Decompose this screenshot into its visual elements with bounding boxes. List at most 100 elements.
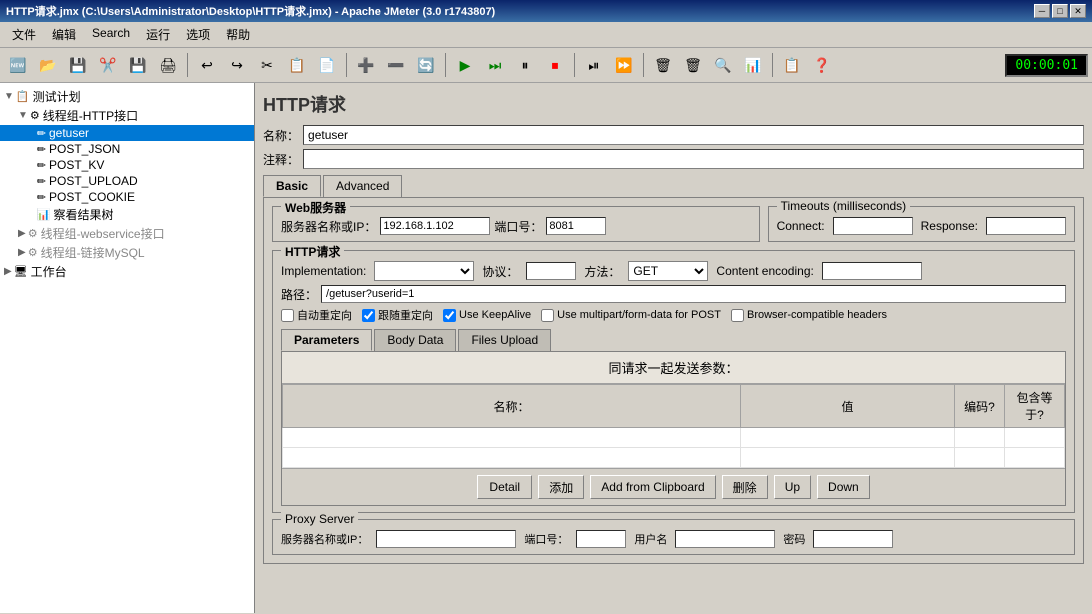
add-button[interactable]: 添加 xyxy=(538,475,584,499)
proxy-password-input[interactable] xyxy=(813,530,893,548)
tab-body-data[interactable]: Body Data xyxy=(374,329,456,351)
tree-item-thread-http[interactable]: ▼ ⚙ 线程组-HTTP接口 xyxy=(0,106,254,125)
toolbar-cut-test[interactable]: ✂️ xyxy=(94,51,122,79)
toolbar-add[interactable]: ➕ xyxy=(352,51,380,79)
toolbar-clear-all[interactable]: 🗑 xyxy=(679,51,707,79)
port-input[interactable] xyxy=(546,217,606,235)
menu-search[interactable]: Search xyxy=(84,24,138,45)
connect-input[interactable] xyxy=(833,217,913,235)
tree-item-post-cookie[interactable]: ✏ POST_COOKIE xyxy=(0,189,254,205)
checkbox-follow-redirect[interactable]: 跟随重定向 xyxy=(362,307,433,323)
toolbar-save[interactable]: 💾 xyxy=(124,51,152,79)
multipart-checkbox[interactable] xyxy=(541,309,554,322)
toolbar-pause[interactable]: ⏸ xyxy=(511,51,539,79)
connect-label: Connect: xyxy=(777,219,825,233)
tree-item-post-upload[interactable]: ✏ POST_UPLOAD xyxy=(0,173,254,189)
close-button[interactable]: ✕ xyxy=(1070,4,1086,18)
toolbar-save-all[interactable]: 💾 xyxy=(64,51,92,79)
method-select[interactable]: GET POST xyxy=(628,261,708,281)
col-name: 名称： xyxy=(283,385,741,428)
toolbar-report[interactable]: 📊 xyxy=(739,51,767,79)
tree-item-result-tree[interactable]: 📊 察看结果树 xyxy=(0,205,254,224)
menu-options[interactable]: 选项 xyxy=(178,24,218,45)
toolbar-print[interactable]: 🖨 xyxy=(154,51,182,79)
toolbar-run-all[interactable]: ⏭ xyxy=(481,51,509,79)
server-input[interactable] xyxy=(380,217,490,235)
protocol-input[interactable] xyxy=(526,262,576,280)
tree-item-thread-webservice[interactable]: ▶ ⚙ 线程组-webservice接口 xyxy=(0,224,254,243)
impl-select[interactable] xyxy=(374,261,474,281)
toolbar-redo[interactable]: ↪ xyxy=(223,51,251,79)
delete-button[interactable]: 删除 xyxy=(722,475,768,499)
minimize-button[interactable]: ─ xyxy=(1034,4,1050,18)
toolbar-help[interactable]: ❓ xyxy=(808,51,836,79)
tree-item-thread-mysql[interactable]: ▶ ⚙ 线程组-链接MySQL xyxy=(0,243,254,262)
tab-files-upload[interactable]: Files Upload xyxy=(458,329,551,351)
follow-redirect-checkbox[interactable] xyxy=(362,309,375,322)
checkbox-redirect[interactable]: 自动重定向 xyxy=(281,307,352,323)
path-input[interactable] xyxy=(321,285,1066,303)
keepalive-checkbox[interactable] xyxy=(443,309,456,322)
main-layout: ▼ 📋 测试计划 ▼ ⚙ 线程组-HTTP接口 ✏ getuser ✏ POST… xyxy=(0,83,1092,613)
protocol-label: 协议： xyxy=(482,263,518,280)
toolbar: 🆕 📂 💾 ✂️ 💾 🖨 ↩ ↪ ✂ 📋 📄 ➕ ➖ 🔄 ▶ ⏭ ⏸ ⏹ ⏯ ⏩… xyxy=(0,48,1092,83)
proxy-port-input[interactable] xyxy=(576,530,626,548)
toolbar-run[interactable]: ▶ xyxy=(451,51,479,79)
checkbox-browser-compat[interactable]: Browser-compatible headers xyxy=(731,309,887,322)
toolbar-clear[interactable]: 🗑 xyxy=(649,51,677,79)
toolbar-search[interactable]: 🔍 xyxy=(709,51,737,79)
tab-basic[interactable]: Basic xyxy=(263,175,321,197)
tab-parameters[interactable]: Parameters xyxy=(281,329,372,351)
path-row: 路径： xyxy=(281,285,1066,303)
proxy-server-input[interactable] xyxy=(376,530,516,548)
toolbar-something[interactable]: 🔄 xyxy=(412,51,440,79)
toolbar-remove[interactable]: ➖ xyxy=(382,51,410,79)
tab-basic-content: Web服务器 服务器名称或IP： 端口号： Timeouts (millisec… xyxy=(263,197,1084,564)
tree-item-workbench[interactable]: ▶ 🖥 工作台 xyxy=(0,262,254,281)
toolbar-copy[interactable]: 📋 xyxy=(283,51,311,79)
encoding-input[interactable] xyxy=(822,262,922,280)
browser-compat-checkbox[interactable] xyxy=(731,309,744,322)
redirect-checkbox[interactable] xyxy=(281,309,294,322)
tab-advanced[interactable]: Advanced xyxy=(323,175,402,197)
toolbar-stop[interactable]: ⏹ xyxy=(541,51,569,79)
maximize-button[interactable]: □ xyxy=(1052,4,1068,18)
inner-tab-content: 同请求一起发送参数： 名称： 值 编码? 包含等于? xyxy=(281,351,1066,506)
checkbox-row: 自动重定向 跟随重定向 Use KeepAlive Use mu xyxy=(281,307,1066,323)
down-button[interactable]: Down xyxy=(817,475,870,499)
table-row xyxy=(283,428,1065,448)
menu-run[interactable]: 运行 xyxy=(138,24,178,45)
checkbox-keepalive[interactable]: Use KeepAlive xyxy=(443,309,531,322)
tree-expand-icon xyxy=(32,209,35,220)
name-input[interactable] xyxy=(303,125,1084,145)
encoding-label: Content encoding: xyxy=(716,264,813,278)
menu-file[interactable]: 文件 xyxy=(4,24,44,45)
proxy-username-input[interactable] xyxy=(675,530,775,548)
checkbox-multipart[interactable]: Use multipart/form-data for POST xyxy=(541,309,721,322)
toolbar-paste[interactable]: 📄 xyxy=(313,51,341,79)
toolbar-step2[interactable]: ⏩ xyxy=(610,51,638,79)
toolbar-undo[interactable]: ↩ xyxy=(193,51,221,79)
comment-input[interactable] xyxy=(303,149,1084,169)
add-clipboard-button[interactable]: Add from Clipboard xyxy=(590,475,715,499)
toolbar-open[interactable]: 📂 xyxy=(34,51,62,79)
tree-item-getuser[interactable]: ✏ getuser xyxy=(0,125,254,141)
menu-help[interactable]: 帮助 xyxy=(218,24,258,45)
tree-item-test-plan[interactable]: ▼ 📋 测试计划 xyxy=(0,87,254,106)
proxy-title: Proxy Server xyxy=(281,512,358,526)
right-panel: HTTP请求 名称： 注释： Basic Advanced Web服务器 xyxy=(255,83,1092,613)
toolbar-step[interactable]: ⏯ xyxy=(580,51,608,79)
toolbar-new[interactable]: 🆕 xyxy=(4,51,32,79)
col-include-equals: 包含等于? xyxy=(1005,385,1065,428)
tree-item-post-json[interactable]: ✏ POST_JSON xyxy=(0,141,254,157)
tree-item-post-kv[interactable]: ✏ POST_KV xyxy=(0,157,254,173)
toolbar-cut[interactable]: ✂ xyxy=(253,51,281,79)
tree-expand-icon xyxy=(32,160,35,171)
up-button[interactable]: Up xyxy=(774,475,811,499)
response-input[interactable] xyxy=(986,217,1066,235)
toolbar-list[interactable]: 📋 xyxy=(778,51,806,79)
menu-edit[interactable]: 编辑 xyxy=(44,24,84,45)
col-encode: 编码? xyxy=(955,385,1005,428)
test-plan-icon: 📋 xyxy=(16,90,30,103)
detail-button[interactable]: Detail xyxy=(477,475,532,499)
